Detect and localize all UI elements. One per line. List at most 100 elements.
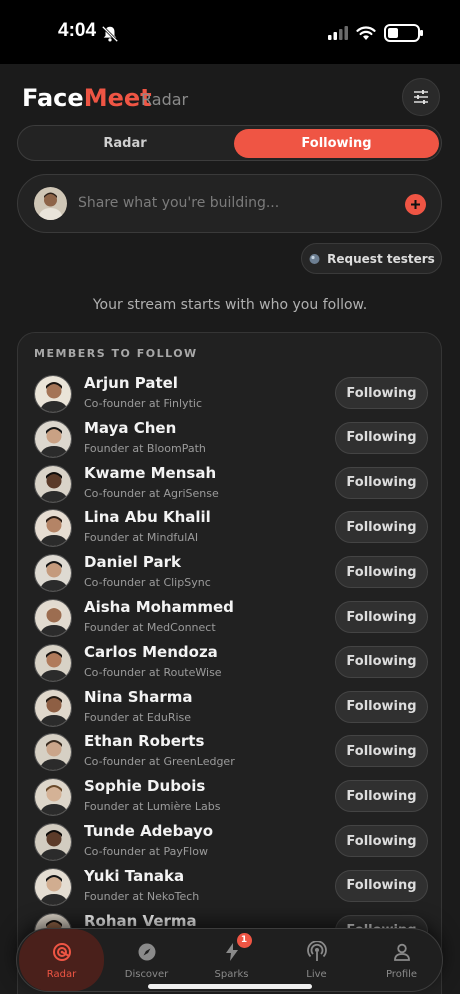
add-post-button[interactable]	[405, 194, 426, 215]
member-row[interactable]: Daniel Park Co-founder at ClipSync Followi…	[18, 552, 441, 596]
member-row[interactable]: Nina Sharma Founder at EduRise Following	[18, 687, 441, 731]
following-button[interactable]: Following	[335, 735, 428, 768]
sparks-badge: 1	[236, 932, 252, 948]
following-button[interactable]: Following	[335, 556, 428, 589]
status-bar: 4:04	[0, 0, 460, 64]
member-avatar[interactable]	[34, 375, 72, 413]
member-avatar[interactable]	[34, 688, 72, 727]
nav-profile[interactable]: Profile	[359, 929, 444, 991]
following-button[interactable]: Following	[335, 869, 428, 902]
tab-radar[interactable]: Radar	[22, 129, 228, 158]
member-role: Founder at MindfulAI	[84, 531, 199, 545]
following-button[interactable]: Following	[335, 825, 428, 857]
request-testers-label: Request testers	[327, 251, 435, 266]
status-time: 4:04	[58, 20, 97, 41]
cellular-signal-icon	[328, 26, 348, 40]
member-name[interactable]: Sophie Dubois	[84, 777, 205, 795]
member-name[interactable]: Daniel Park	[84, 553, 181, 571]
status-indicators	[328, 24, 423, 42]
header: FaceMeet Radar	[22, 78, 440, 118]
member-role: Co-founder at Finlytic	[84, 397, 202, 410]
member-name[interactable]: Kwame Mensah	[84, 464, 216, 482]
tab-following[interactable]: Following	[234, 129, 439, 158]
member-name[interactable]: Maya Chen	[84, 419, 176, 437]
composer-placeholder: Share what you're building...	[78, 195, 280, 211]
member-avatar[interactable]	[34, 464, 72, 503]
member-row[interactable]: Carlos Mendoza Co-founder at RouteWise Fol…	[18, 642, 441, 686]
member-row[interactable]: Arjun Patel Co-founder at Finlytic Followi…	[18, 373, 441, 417]
member-row[interactable]: Aisha Mohammed Founder at MedConnect Follo…	[18, 597, 441, 641]
members-to-follow-card: MEMBERS TO FOLLOW Arjun Patel Co-founder …	[17, 332, 442, 994]
following-button[interactable]: Following	[335, 377, 428, 409]
member-row[interactable]: Kwame Mensah Co-founder at AgriSense Follo…	[18, 463, 441, 507]
member-name[interactable]: Ethan Roberts	[84, 732, 204, 750]
member-role: Founder at NekoTech	[84, 889, 200, 903]
nav-live-label: Live	[306, 968, 327, 980]
member-row[interactable]: Maya Chen Founder at BloomPath Following	[18, 418, 441, 462]
stream-note: Your stream starts with who you follow.	[92, 297, 368, 313]
member-name[interactable]: Nina Sharma	[84, 688, 192, 706]
member-row[interactable]: Sophie Dubois Founder at Lumière Labs Foll…	[18, 776, 441, 820]
following-button[interactable]: Following	[335, 421, 428, 454]
member-avatar[interactable]	[34, 823, 72, 861]
home-indicator[interactable]	[148, 984, 312, 989]
nav-sparks-label: Sparks	[214, 968, 249, 980]
member-name[interactable]: Yuki Tanaka	[84, 867, 184, 885]
following-button[interactable]: Following	[335, 690, 428, 723]
nav-sparks[interactable]: 1 Sparks	[189, 929, 274, 991]
member-name[interactable]: Rohan Verma	[84, 912, 197, 930]
post-composer[interactable]: Share what you're building...	[17, 174, 442, 233]
member-name[interactable]: Tunde Adebayo	[84, 822, 213, 840]
nav-radar[interactable]: Radar	[19, 929, 104, 991]
page-subtitle: Radar	[141, 90, 189, 109]
member-role: Founder at BloomPath	[84, 441, 206, 455]
member-avatar[interactable]	[34, 554, 72, 593]
nav-discover[interactable]: Discover	[104, 929, 189, 991]
bell-slash-icon	[101, 25, 119, 43]
compass-icon	[138, 943, 155, 960]
member-role: Co-founder at AgriSense	[84, 486, 219, 500]
member-row[interactable]: Tunde Adebayo Co-founder at PayFlow Follow…	[18, 821, 441, 865]
request-testers-button[interactable]: Request testers	[301, 243, 442, 274]
following-button[interactable]: Following	[335, 780, 428, 813]
following-button[interactable]: Following	[335, 466, 428, 499]
filter-settings-button[interactable]	[402, 78, 440, 116]
plus-icon	[411, 200, 420, 209]
radar-icon	[52, 942, 71, 961]
my-avatar	[34, 187, 67, 220]
member-avatar[interactable]	[34, 643, 72, 682]
member-avatar[interactable]	[34, 867, 72, 906]
person-icon	[393, 943, 410, 961]
card-title: MEMBERS TO FOLLOW	[34, 347, 198, 360]
member-name[interactable]: Carlos Mendoza	[84, 643, 218, 661]
sliders-icon	[414, 90, 428, 104]
app-screen: FaceMeet Radar Radar Following Share wha…	[0, 64, 460, 994]
member-role: Founder at MedConnect	[84, 621, 216, 634]
member-name[interactable]: Lina Abu Khalil	[84, 508, 211, 526]
following-button[interactable]: Following	[335, 645, 428, 678]
member-role: Co-founder at RouteWise	[84, 665, 222, 679]
member-name[interactable]: Arjun Patel	[84, 374, 178, 392]
nav-discover-label: Discover	[124, 968, 169, 980]
nav-live[interactable]: Live	[274, 929, 359, 991]
member-name[interactable]: Aisha Mohammed	[84, 598, 234, 616]
member-avatar[interactable]	[34, 599, 72, 637]
member-row[interactable]: Ethan Roberts Co-founder at GreenLedger Fo…	[18, 731, 441, 775]
member-avatar[interactable]	[34, 509, 72, 548]
following-button[interactable]: Following	[335, 511, 428, 544]
member-role: Co-founder at ClipSync	[84, 576, 211, 590]
following-button[interactable]: Following	[335, 601, 428, 633]
member-avatar[interactable]	[34, 733, 72, 772]
member-row[interactable]: Yuki Tanaka Founder at NekoTech Following	[18, 866, 441, 910]
app-logo: FaceMeet	[22, 84, 152, 112]
member-role: Co-founder at PayFlow	[84, 845, 208, 858]
nav-radar-label: Radar	[46, 968, 77, 980]
broadcast-icon	[306, 940, 327, 961]
member-row[interactable]: Lina Abu Khalil Founder at MindfulAI Follo…	[18, 507, 441, 551]
member-avatar[interactable]	[34, 778, 72, 817]
member-avatar[interactable]	[34, 419, 72, 458]
bottom-tab-bar: Radar Discover 1 Sparks Live Profile	[16, 928, 443, 992]
beta-flask-icon	[309, 254, 320, 264]
wifi-icon	[356, 25, 376, 40]
member-role: Co-founder at GreenLedger	[84, 755, 235, 769]
